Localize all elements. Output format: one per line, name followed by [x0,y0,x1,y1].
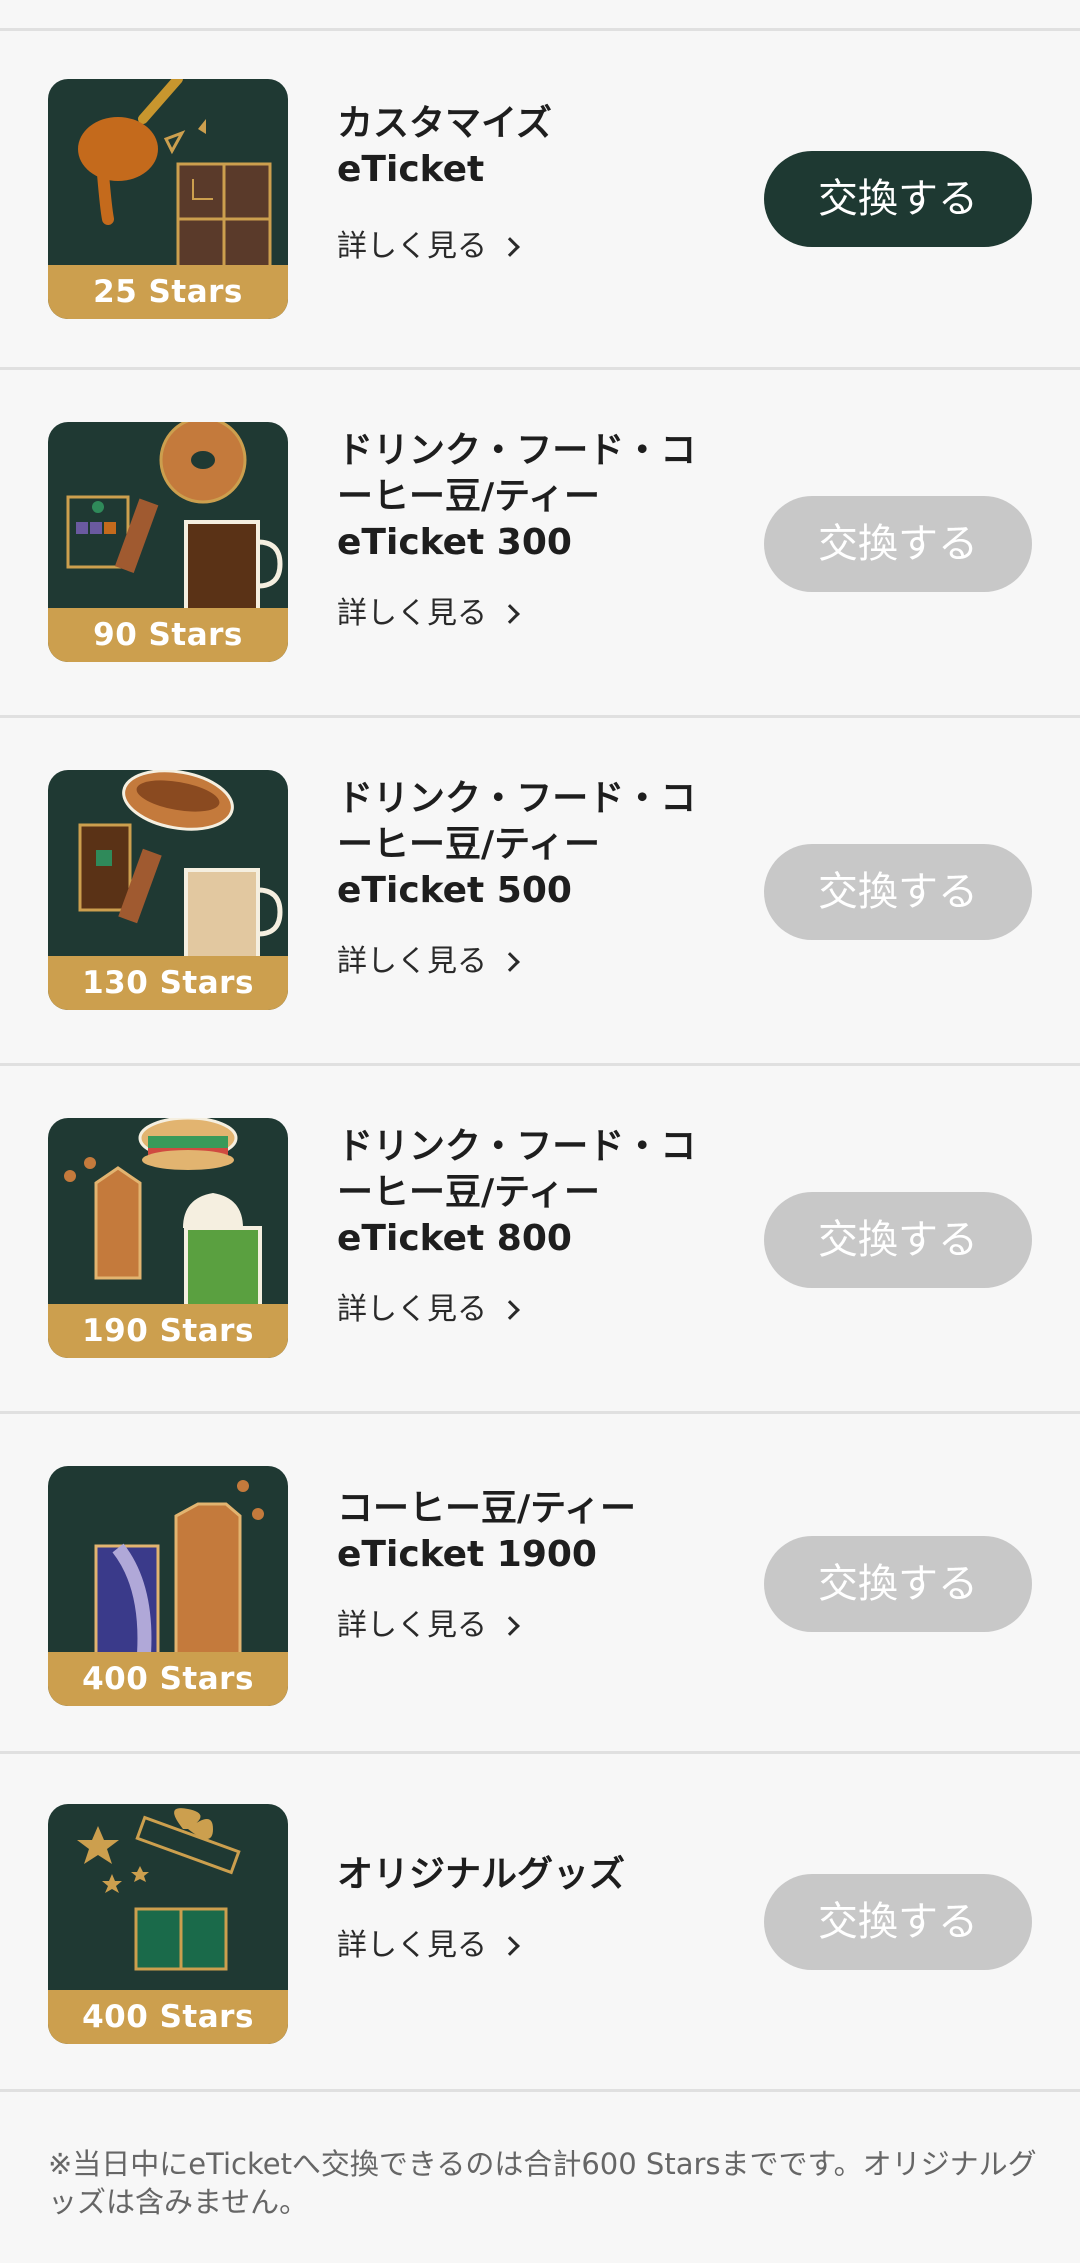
exchange-button[interactable]: 交換する [764,1536,1032,1632]
drink-food-300-icon: 90 Stars [48,422,288,662]
exchange-button[interactable]: 交換する [764,1192,1032,1288]
reward-info: ドリンク・フード・コ ーヒー豆/ティー eTicket 500 詳しく見る [337,776,737,982]
reward-list: 25 Stars カスタマイズ eTicket 詳しく見る 交換する 90 St… [0,31,1080,2092]
chevron-right-icon [500,604,520,624]
reward-info: コーヒー豆/ティー eTicket 1900 詳しく見る [337,1486,737,1646]
detail-link-label: 詳しく見る [337,596,487,631]
reward-title-line: ドリンク・フード・コ [337,430,697,471]
reward-title-line: eTicket 300 [337,522,572,563]
reward-info: ドリンク・フード・コ ーヒー豆/ティー eTicket 800 詳しく見る [337,1124,737,1330]
detail-link-label: 詳しく見る [337,944,487,979]
detail-link[interactable]: 詳しく見る [337,942,737,982]
exchange-button[interactable]: 交換する [764,1874,1032,1970]
reward-title-line: ーヒー豆/ティー [337,824,600,865]
detail-link-label: 詳しく見る [337,1292,487,1327]
detail-link[interactable]: 詳しく見る [337,1606,737,1646]
stars-cost: 400 Stars [48,1652,288,1706]
chevron-right-icon [500,952,520,972]
chevron-right-icon [500,1300,520,1320]
reward-title-line: eTicket 500 [337,870,572,911]
reward-title-line: eTicket 1900 [337,1534,597,1575]
reward-title-line: コーヒー豆/ティー [337,1488,636,1529]
reward-row-eticket-300: 90 Stars ドリンク・フード・コ ーヒー豆/ティー eTicket 300… [0,370,1080,718]
chevron-right-icon [500,1616,520,1636]
stars-cost: 130 Stars [48,956,288,1010]
coffee-tea-1900-icon: 400 Stars [48,1466,288,1706]
chevron-right-icon [500,237,520,257]
drink-food-800-icon: 190 Stars [48,1118,288,1358]
reward-info: オリジナルグッズ 詳しく見る [337,1852,737,1966]
stars-cost: 25 Stars [48,265,288,319]
reward-title-line: eTicket [337,149,485,190]
reward-info: カスタマイズ eTicket 詳しく見る [337,101,737,267]
detail-link-label: 詳しく見る [337,229,487,264]
detail-link[interactable]: 詳しく見る [337,1926,737,1966]
reward-row-eticket-800: 190 Stars ドリンク・フード・コ ーヒー豆/ティー eTicket 80… [0,1066,1080,1414]
reward-row-customize: 25 Stars カスタマイズ eTicket 詳しく見る 交換する [0,31,1080,370]
detail-link-label: 詳しく見る [337,1608,487,1643]
detail-link[interactable]: 詳しく見る [337,227,737,267]
reward-title-line: カスタマイズ [337,103,552,144]
exchange-button[interactable]: 交換する [764,151,1032,247]
detail-link[interactable]: 詳しく見る [337,1290,737,1330]
exchange-button[interactable]: 交換する [764,844,1032,940]
original-goods-icon: 400 Stars [48,1804,288,2044]
footnote: ※当日中にeTicketへ交換できるのは合計600 Starsまでです。オリジナ… [48,2147,1037,2219]
reward-row-original-goods: 400 Stars オリジナルグッズ 詳しく見る 交換する [0,1754,1080,2092]
chevron-right-icon [500,1936,520,1956]
stars-cost: 90 Stars [48,608,288,662]
reward-row-eticket-500: 130 Stars ドリンク・フード・コ ーヒー豆/ティー eTicket 50… [0,718,1080,1066]
stars-cost: 190 Stars [48,1304,288,1358]
reward-title-line: ーヒー豆/ティー [337,476,600,517]
reward-title-line: ドリンク・フード・コ [337,778,697,819]
reward-title-line: オリジナルグッズ [337,1854,626,1895]
reward-title-line: ーヒー豆/ティー [337,1172,600,1213]
stars-cost: 400 Stars [48,1990,288,2044]
reward-title-line: ドリンク・フード・コ [337,1126,697,1167]
reward-info: ドリンク・フード・コ ーヒー豆/ティー eTicket 300 詳しく見る [337,428,737,634]
reward-title-line: eTicket 800 [337,1218,572,1259]
detail-link[interactable]: 詳しく見る [337,594,737,634]
drink-food-500-icon: 130 Stars [48,770,288,1010]
exchange-button[interactable]: 交換する [764,496,1032,592]
detail-link-label: 詳しく見る [337,1928,487,1963]
reward-row-eticket-1900: 400 Stars コーヒー豆/ティー eTicket 1900 詳しく見る 交… [0,1414,1080,1754]
customize-eticket-icon: 25 Stars [48,79,288,319]
